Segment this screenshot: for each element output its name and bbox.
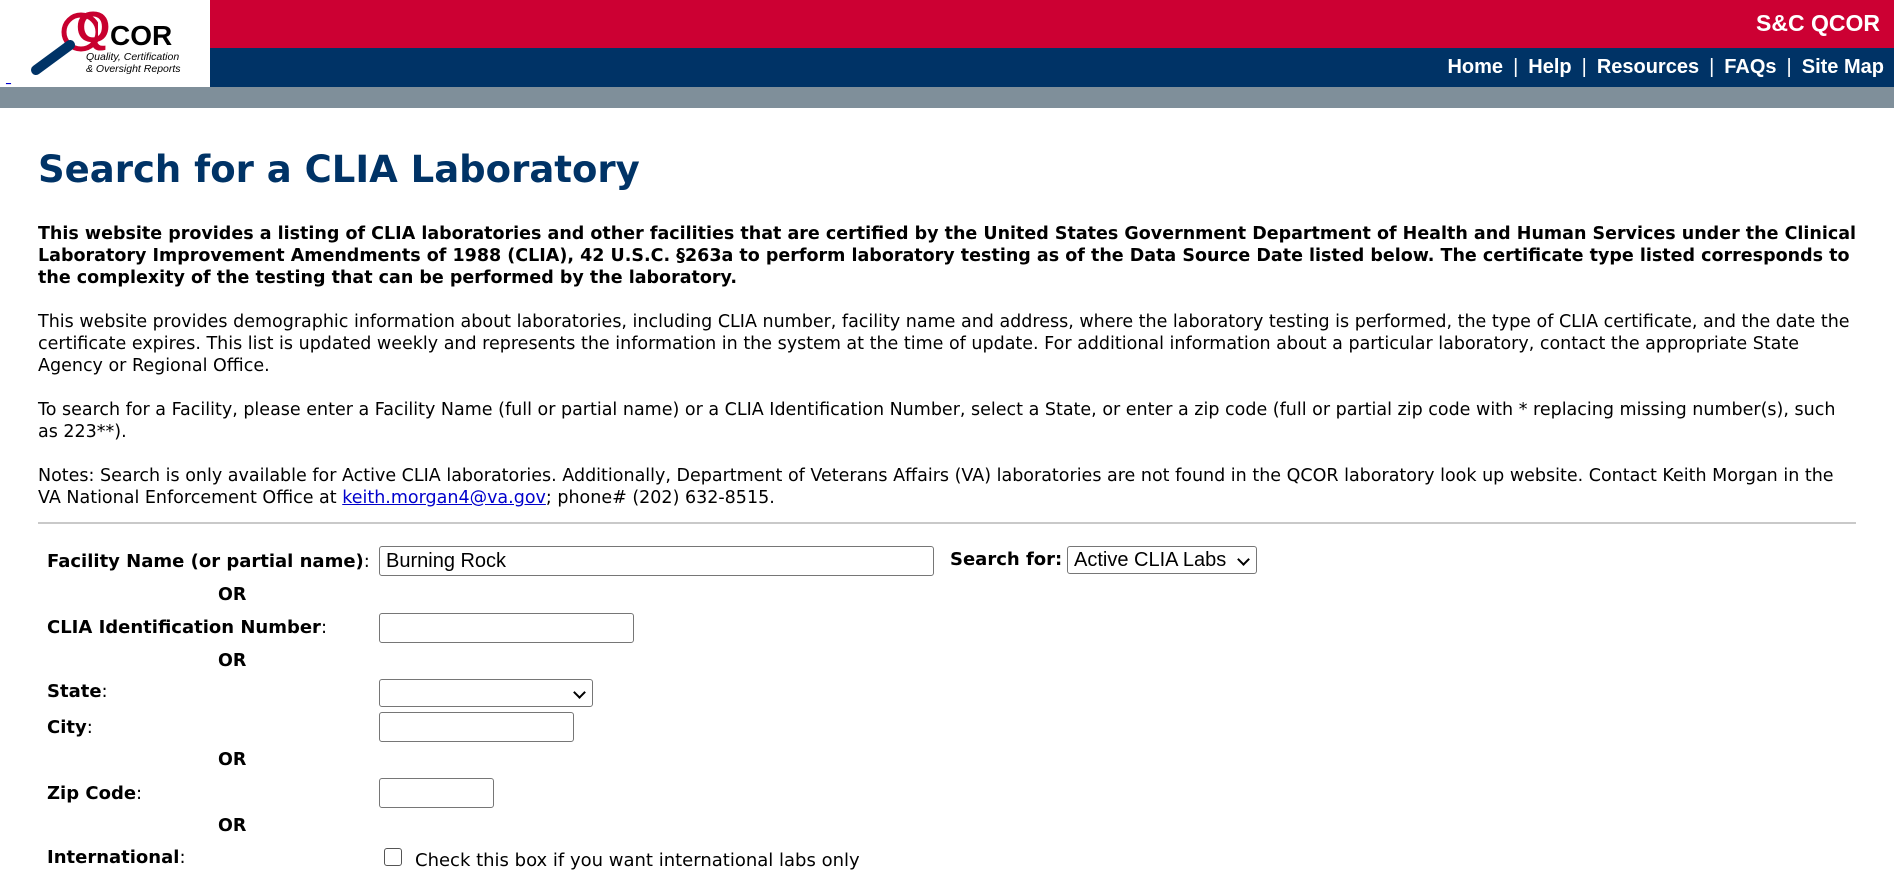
international-checkbox-label[interactable]: Check this box if you want international… [415, 850, 860, 872]
clia-number-label: CLIA Identification Number: [47, 617, 328, 638]
page-title: Search for a CLIA Laboratory [38, 148, 640, 191]
or-separator: OR [218, 750, 247, 770]
nav-resources-link[interactable]: Resources [1597, 56, 1699, 78]
zip-code-input[interactable] [379, 778, 494, 808]
logo-subtitle: Quality, Certification & Oversight Repor… [86, 51, 181, 75]
main-content: Search for a CLIA Laboratory This websit… [38, 148, 1858, 509]
site-title: S&C QCOR [1756, 10, 1880, 36]
facility-name-input[interactable] [379, 546, 934, 576]
search-instructions: To search for a Facility, please enter a… [38, 400, 1836, 442]
nav-home-link[interactable]: Home [1447, 56, 1503, 78]
or-separator: OR [218, 585, 247, 605]
intro-paragraph: This website provides a listing of CLIA … [38, 224, 1857, 288]
clia-number-input[interactable] [379, 613, 634, 643]
state-select[interactable] [379, 679, 593, 707]
divider [38, 522, 1856, 524]
nav-site-map-link[interactable]: Site Map [1802, 56, 1884, 78]
search-for-select[interactable]: Active CLIA Labs [1067, 546, 1257, 574]
international-label: International: [47, 847, 186, 868]
va-email-link[interactable]: keith.morgan4@va.gov [342, 488, 546, 508]
header-nav-bar: Home | Help | Resources | FAQs | Site Map [210, 48, 1894, 87]
or-separator: OR [218, 816, 247, 836]
top-nav: Home | Help | Resources | FAQs | Site Map [1447, 56, 1884, 78]
chevron-down-icon [1237, 553, 1250, 566]
logo-letters-cor: COR [110, 20, 173, 51]
or-separator: OR [218, 651, 247, 671]
demographic-paragraph: This website provides demographic inform… [38, 312, 1850, 376]
chevron-down-icon [573, 686, 586, 699]
header-red-bar: S&C QCOR [210, 0, 1894, 48]
state-label: State: [47, 681, 108, 702]
city-label: City: [47, 717, 93, 738]
logo-letter-q: Q [76, 3, 111, 52]
notes-paragraph: Notes: Search is only available for Acti… [38, 466, 1834, 508]
skip-link[interactable]: _ [6, 74, 11, 85]
qcor-logo[interactable]: Q COR Quality, Certification & Oversight… [0, 0, 210, 87]
city-input[interactable] [379, 712, 574, 742]
international-checkbox[interactable] [384, 848, 402, 866]
zip-code-label: Zip Code: [47, 783, 143, 804]
nav-help-link[interactable]: Help [1528, 56, 1571, 78]
header-gray-bar [0, 87, 1894, 108]
nav-faqs-link[interactable]: FAQs [1724, 56, 1776, 78]
facility-name-label: Facility Name (or partial name): [47, 551, 370, 572]
search-for-label: Search for: [950, 549, 1063, 570]
